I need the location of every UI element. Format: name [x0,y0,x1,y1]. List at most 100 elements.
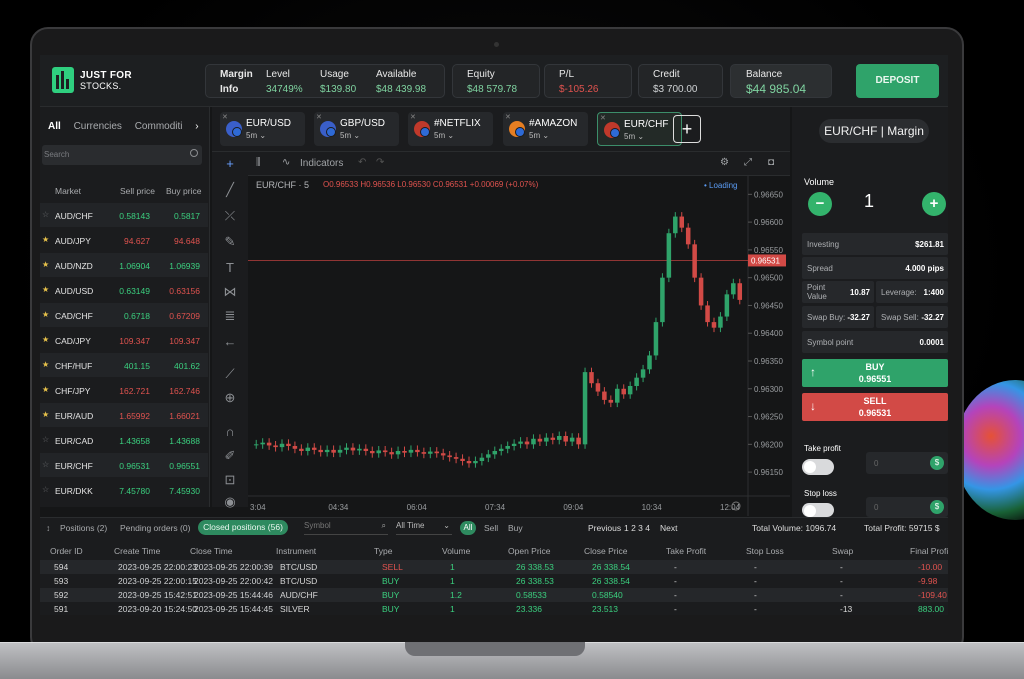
candle-type-icon[interactable]: ⫼ [256,157,261,168]
pair-title[interactable]: EUR/CHF | Margin [819,119,929,143]
table-row[interactable]: 591 2023-09-20 15:24:50 2023-09-25 15:44:4… [40,602,948,615]
table-row[interactable]: 593 2023-09-25 22:00:15 2023-09-25 22:00:4… [40,574,948,588]
tab-commodities[interactable]: Commoditi [135,121,183,132]
instrument-tab[interactable]: ✕ #AMAZON 5m ⌄ [503,112,588,146]
market-row[interactable]: ☆ EUR/CAD 1.43658 1.43688 [40,428,208,452]
settings-icon[interactable]: ⚙ [720,157,729,168]
buy-price[interactable]: 0.67209 [169,311,200,321]
sell-price[interactable]: 1.43658 [119,436,150,446]
close-icon[interactable]: ✕ [410,113,416,121]
buy-price[interactable]: 1.66021 [169,411,200,421]
instrument-tab[interactable]: ✕ EUR/USD 5m ⌄ [220,112,305,146]
zoom-in-icon[interactable]: ⊕ [222,390,238,406]
buy-price[interactable]: 94.648 [174,236,200,246]
star-filled-icon[interactable]: ★ [42,385,49,394]
crosshair-icon[interactable]: + [222,156,238,172]
market-row[interactable]: ★ CAD/CHF 0.6718 0.67209 [40,303,208,327]
pencil-lock-icon[interactable]: ✐ [222,448,238,464]
buy-button[interactable]: ↑ BUY 0.96551 [802,359,948,387]
buy-price[interactable]: 1.43688 [169,436,200,446]
market-row[interactable]: ★ CHF/HUF 401.15 401.62 [40,353,208,377]
stop-loss-input[interactable]: 0 $ [866,497,948,517]
star-outline-icon[interactable]: ☆ [42,485,49,494]
next-page-button[interactable]: Next [660,523,677,533]
column-header[interactable]: Volume [442,546,470,556]
sell-price[interactable]: 0.63149 [119,286,150,296]
close-icon[interactable]: ✕ [505,113,511,121]
sell-price[interactable]: 0.58143 [119,211,150,221]
buy-price[interactable]: 1.06939 [169,261,200,271]
brush-icon[interactable]: ✎ [222,234,238,250]
pattern-icon[interactable]: ⋈ [222,284,238,300]
indicators-icon[interactable]: ∿ [282,157,290,168]
close-icon[interactable]: ✕ [600,114,606,122]
eye-icon[interactable]: ◉ [222,494,238,510]
table-row[interactable]: 592 2023-09-25 15:42:51 2023-09-25 15:44:4… [40,588,948,602]
instrument-tab[interactable]: ✕ #NETFLIX 5m ⌄ [408,112,493,146]
buy-price[interactable]: 7.45930 [169,486,200,496]
tab-all[interactable]: All [48,121,61,132]
lock-icon[interactable]: ⊡ [222,472,238,488]
magnet-icon[interactable]: ∩ [222,424,238,440]
time-filter-select[interactable]: All Time ⌄ [396,521,452,535]
star-outline-icon[interactable]: ☆ [42,210,49,219]
deposit-button[interactable]: DEPOSIT [856,64,939,98]
page-numbers[interactable]: 1 2 3 4 [624,523,650,533]
star-filled-icon[interactable]: ★ [42,335,49,344]
buy-price[interactable]: 0.5817 [174,211,200,221]
sell-price[interactable]: 109.347 [119,336,150,346]
sell-price[interactable]: 1.65992 [119,411,150,421]
market-row[interactable]: ★ AUD/JPY 94.627 94.648 [40,228,208,252]
sell-price[interactable]: 401.15 [124,361,150,371]
star-filled-icon[interactable]: ★ [42,235,49,244]
stop-loss-toggle[interactable] [802,503,834,517]
buy-price[interactable]: 162.746 [169,386,200,396]
star-filled-icon[interactable]: ★ [42,310,49,319]
market-row[interactable]: ★ AUD/USD 0.63149 0.63156 [40,278,208,302]
trendline-icon[interactable]: ╱ [222,182,238,198]
tab-pending-orders[interactable]: Pending orders (0) [120,523,190,533]
column-header[interactable]: Close Price [584,546,627,556]
volume-increase-button[interactable]: + [922,192,946,216]
filter-buy-button[interactable]: Buy [508,523,523,533]
market-row[interactable]: ☆ AUD/CHF 0.58143 0.5817 [40,203,208,227]
indicators-button[interactable]: Indicators [300,158,343,169]
market-row[interactable]: ★ EUR/AUD 1.65992 1.66021 [40,403,208,427]
column-header[interactable]: Instrument [276,546,316,556]
buy-price[interactable]: 0.63156 [169,286,200,296]
multi-line-icon[interactable]: ⤫ [222,208,238,224]
buy-price[interactable]: 401.62 [174,361,200,371]
instrument-tab[interactable]: ✕ EUR/CHF 5m ⌄ [597,112,682,146]
ruler-icon[interactable]: ⟋ [222,366,238,382]
market-search-input[interactable]: Search [42,145,202,165]
star-filled-icon[interactable]: ★ [42,410,49,419]
sell-price[interactable]: 94.627 [124,236,150,246]
instrument-tab[interactable]: ✕ GBP/USD 5m ⌄ [314,112,399,146]
buy-price[interactable]: 109.347 [169,336,200,346]
take-profit-toggle[interactable] [802,459,834,475]
camera-icon[interactable]: ◘ [768,157,774,168]
sell-price[interactable]: 0.96531 [119,461,150,471]
column-header[interactable]: Order ID [50,546,83,556]
symbol-search-input[interactable]: Symbol ⌕ [304,521,388,535]
table-row[interactable]: 594 2023-09-25 22:00:23 2023-09-25 22:00:3… [40,560,948,574]
volume-value[interactable]: 1 [864,191,874,212]
arrow-left-icon[interactable]: ← [222,334,238,350]
take-profit-input[interactable]: 0 $ [866,452,948,474]
filter-all-button[interactable]: All [460,521,476,535]
redo-icon[interactable]: ↷ [376,157,384,168]
tab-positions[interactable]: Positions (2) [60,523,107,533]
text-icon[interactable]: T [222,260,238,276]
market-row[interactable]: ★ AUD/NZD 1.06904 1.06939 [40,253,208,277]
star-outline-icon[interactable]: ☆ [42,460,49,469]
column-header[interactable]: Swap [832,546,853,556]
fullscreen-icon[interactable]: ⤢ [744,157,752,168]
column-header[interactable]: Close Time [190,546,233,556]
column-header[interactable]: Stop Loss [746,546,784,556]
tab-currencies[interactable]: Currencies [74,121,122,132]
column-header[interactable]: Final Profit $ [910,546,948,556]
star-filled-icon[interactable]: ★ [42,260,49,269]
chevron-right-icon[interactable]: › [195,121,198,132]
star-outline-icon[interactable]: ☆ [42,435,49,444]
column-header[interactable]: Open Price [508,546,551,556]
